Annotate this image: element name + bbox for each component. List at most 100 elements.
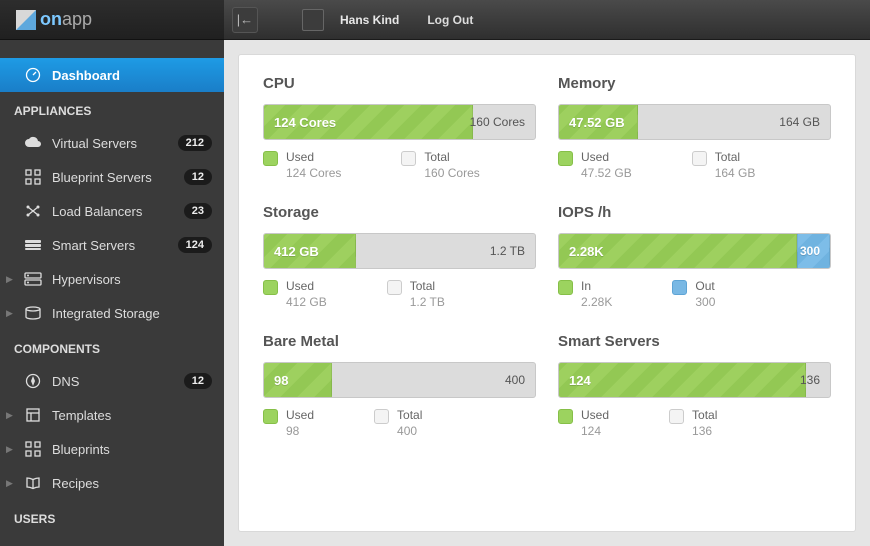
sidebar-item-dashboard[interactable]: Dashboard (0, 58, 224, 92)
legend-label: Total (424, 150, 479, 164)
sidebar-item[interactable]: Virtual Servers 212 (0, 126, 224, 160)
sidebar-item[interactable]: Blueprint Servers 12 (0, 160, 224, 194)
blueprint-icon (22, 441, 44, 457)
metric-card: Storage412 GB1.2 TBUsed412 GBTotal1.2 TB (263, 204, 536, 309)
server-icon (22, 272, 44, 286)
sidebar-item-label: Load Balancers (52, 204, 142, 219)
storage-icon (22, 306, 44, 320)
legend-value: 2.28K (581, 295, 612, 309)
card-title: Memory (558, 75, 831, 92)
legend: Used 124 Total136 (558, 408, 831, 438)
blueprint-icon (22, 169, 44, 185)
badge: 12 (184, 169, 212, 185)
legend-value: 47.52 GB (581, 166, 632, 180)
logo-text-2: app (62, 9, 92, 30)
legend-item: In 2.28K (558, 279, 612, 309)
sidebar-item[interactable]: ▶Recipes (0, 466, 224, 500)
cloud-icon (22, 136, 44, 150)
logo[interactable]: onapp (0, 0, 224, 40)
bar-label-right: 1.2 TB (490, 234, 525, 268)
sidebar-item[interactable]: ▶Integrated Storage (0, 296, 224, 330)
legend-label: Used (286, 150, 341, 164)
legend-value: 1.2 TB (410, 295, 445, 309)
progress-bar: 47.52 GB164 GB (558, 104, 831, 140)
metric-card: Bare Metal98400Used98Total400 (263, 333, 536, 438)
sidebar-section-header: APPLIANCES (0, 92, 224, 126)
sidebar-item[interactable]: Load Balancers 23 (0, 194, 224, 228)
bar-label-left: 98 (274, 363, 288, 397)
card-title: Storage (263, 204, 536, 221)
sidebar: onapp Dashboard APPLIANCESVirtual Server… (0, 0, 224, 546)
legend-value: 400 (397, 424, 422, 438)
legend-item: Total400 (374, 408, 422, 438)
legend-item: Total160 Cores (401, 150, 479, 180)
sidebar-item[interactable]: ▶Blueprints (0, 432, 224, 466)
sidebar-section-header: COMPONENTS (0, 330, 224, 364)
main: CPU124 Cores160 CoresUsed124 CoresTotal1… (224, 40, 870, 546)
sidebar-item-label: Virtual Servers (52, 136, 137, 151)
legend-item: Total164 GB (692, 150, 756, 180)
swatch-icon (374, 409, 389, 424)
card-title: CPU (263, 75, 536, 92)
swatch-icon (401, 151, 416, 166)
badge: 212 (178, 135, 212, 151)
metric-card: IOPS /h2.28K300In2.28KOut300 (558, 204, 831, 309)
sidebar-item[interactable]: ▶Templates (0, 398, 224, 432)
dashboard-icon (22, 67, 44, 83)
legend-item: Used412 GB (263, 279, 327, 309)
legend: In2.28KOut300 (558, 279, 831, 309)
legend-label: Total (692, 408, 717, 422)
swatch-icon (692, 151, 707, 166)
legend-value: 124 Cores (286, 166, 341, 180)
legend-item: Total136 (669, 408, 717, 438)
bar-label-left: 124 Cores (274, 105, 336, 139)
bar-label-left: 47.52 GB (569, 105, 625, 139)
legend-value: 164 GB (715, 166, 756, 180)
progress-bar: 2.28K300 (558, 233, 831, 269)
legend-value: 98 (286, 424, 314, 438)
swatch-icon (672, 280, 687, 295)
legend-item: Used98 (263, 408, 314, 438)
sidebar-item[interactable]: ▶ Hypervisors (0, 262, 224, 296)
bar-label-right: 300 (800, 234, 820, 268)
sidebar-item[interactable]: Smart Servers124 (0, 228, 224, 262)
swatch-icon (558, 280, 573, 295)
expand-icon: ▶ (6, 444, 13, 455)
logo-text-1: on (40, 9, 62, 30)
avatar[interactable] (302, 9, 324, 31)
logout-link[interactable]: Log Out (427, 13, 473, 27)
book-icon (22, 476, 44, 490)
legend-item: Total 1.2 TB (387, 279, 445, 309)
swatch-icon (263, 409, 278, 424)
progress-bar: 98400 (263, 362, 536, 398)
card-title: Bare Metal (263, 333, 536, 350)
badge: 23 (184, 203, 212, 219)
legend: Used412 GB Total 1.2 TB (263, 279, 536, 309)
compass-icon (22, 373, 44, 389)
balance-icon (22, 204, 44, 218)
legend-value: 124 (581, 424, 609, 438)
legend-label: In (581, 279, 612, 293)
legend-label: Total (410, 279, 445, 293)
legend-value: 300 (695, 295, 715, 309)
sidebar-item-label: Hypervisors (52, 272, 121, 287)
badge: 12 (184, 373, 212, 389)
dashboard-panel: CPU124 Cores160 CoresUsed124 CoresTotal1… (238, 54, 856, 532)
legend-label: Used (581, 150, 632, 164)
legend-label: Used (581, 408, 609, 422)
swatch-icon (263, 280, 278, 295)
swatch-icon (669, 409, 684, 424)
sidebar-item[interactable]: DNS 12 (0, 364, 224, 398)
card-title: IOPS /h (558, 204, 831, 221)
swatch-icon (263, 151, 278, 166)
expand-icon: ▶ (6, 274, 13, 285)
collapse-sidebar-button[interactable]: |← (232, 7, 258, 33)
topbar: |← Hans Kind Log Out (224, 0, 870, 40)
metric-card: Smart Servers124136Used124Total136 (558, 333, 831, 438)
legend: Used 47.52 GB Total164 GB (558, 150, 831, 180)
sidebar-item-label: Blueprint Servers (52, 170, 152, 185)
card-title: Smart Servers (558, 333, 831, 350)
sidebar-section-header: USERS (0, 500, 224, 534)
sidebar-item-label: DNS (52, 374, 79, 389)
legend: Used98 Total400 (263, 408, 536, 438)
